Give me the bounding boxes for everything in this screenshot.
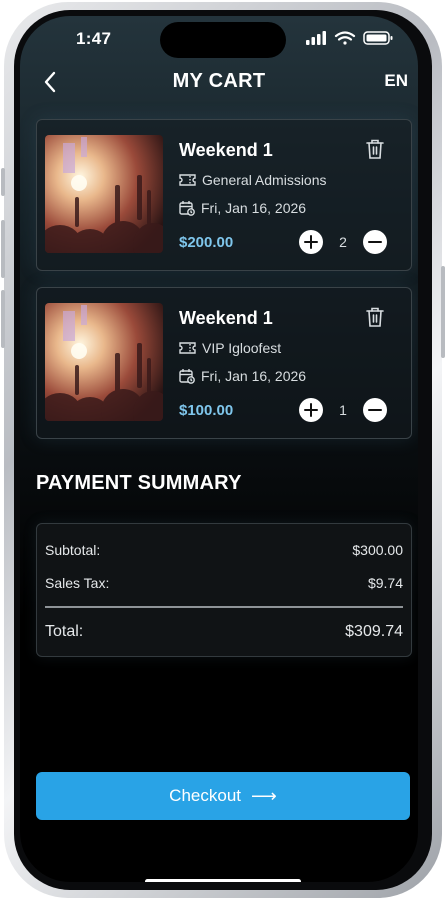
wifi-icon (334, 31, 356, 45)
page-title: MY CART (172, 70, 266, 92)
payment-summary-card: Subtotal: $300.00 Sales Tax: $9.74 Total… (36, 523, 412, 657)
calendar-icon (179, 201, 195, 216)
phone-side-button (1, 168, 5, 196)
phone-volume-up (1, 220, 5, 278)
payment-summary-title: PAYMENT SUMMARY (36, 472, 242, 494)
quantity-value: 2 (339, 234, 347, 250)
plus-icon[interactable] (299, 398, 323, 422)
ticket-type-row: General Admissions (179, 172, 327, 188)
quantity-value: 1 (339, 402, 347, 418)
item-name: Weekend 1 (179, 308, 273, 328)
trash-icon[interactable] (365, 138, 385, 160)
app-screen: 1:47 MY CART EN Weekend 1 General Admiss… (20, 16, 418, 882)
battery-icon (363, 31, 393, 45)
language-selector[interactable]: EN (384, 71, 408, 91)
item-name: Weekend 1 (179, 140, 273, 160)
checkout-button[interactable]: Checkout ⟶ (36, 772, 410, 820)
event-image (45, 135, 163, 253)
sales-tax-label: Sales Tax: (45, 575, 110, 591)
status-time: 1:47 (76, 29, 112, 48)
event-image (45, 303, 163, 421)
cart-item: Weekend 1 VIP Igloofest Fri, Jan 16, 202… (36, 287, 412, 439)
app-header: MY CART EN (20, 68, 418, 98)
item-price: $200.00 (179, 234, 234, 251)
checkout-label: Checkout (169, 786, 241, 805)
sales-tax-row: Sales Tax: $9.74 (45, 575, 403, 591)
quantity-stepper: 1 (299, 398, 387, 422)
event-date: Fri, Jan 16, 2026 (201, 368, 307, 384)
home-indicator[interactable] (145, 879, 301, 882)
arrow-right-icon: ⟶ (251, 785, 277, 806)
subtotal-label: Subtotal: (45, 542, 101, 558)
event-date-row: Fri, Jan 16, 2026 (179, 368, 306, 384)
ticket-type-label: General Admissions (202, 172, 327, 188)
status-icons (306, 30, 396, 46)
signal-icon (306, 31, 326, 45)
ticket-type-row: VIP Igloofest (179, 340, 281, 356)
subtotal-row: Subtotal: $300.00 (45, 542, 403, 558)
dynamic-island (160, 22, 286, 58)
quantity-stepper: 2 (299, 230, 387, 254)
trash-icon[interactable] (365, 306, 385, 328)
ticket-type-label: VIP Igloofest (202, 340, 282, 356)
event-date-row: Fri, Jan 16, 2026 (179, 200, 306, 216)
event-date: Fri, Jan 16, 2026 (201, 200, 307, 216)
total-label: Total: (45, 623, 84, 640)
cart-item: Weekend 1 General Admissions Fri, Jan 16… (36, 119, 412, 271)
subtotal-value: $300.00 (352, 542, 403, 558)
ticket-icon (179, 174, 196, 186)
minus-icon[interactable] (363, 398, 387, 422)
ticket-icon (179, 342, 196, 354)
summary-divider (45, 606, 403, 608)
item-price: $100.00 (179, 402, 234, 419)
total-row: Total: $309.74 (45, 623, 403, 641)
plus-icon[interactable] (299, 230, 323, 254)
calendar-icon (179, 369, 195, 384)
phone-power-button (441, 266, 445, 358)
sales-tax-value: $9.74 (367, 575, 403, 591)
phone-volume-down (1, 290, 5, 348)
minus-icon[interactable] (363, 230, 387, 254)
total-value: $309.74 (345, 623, 403, 640)
